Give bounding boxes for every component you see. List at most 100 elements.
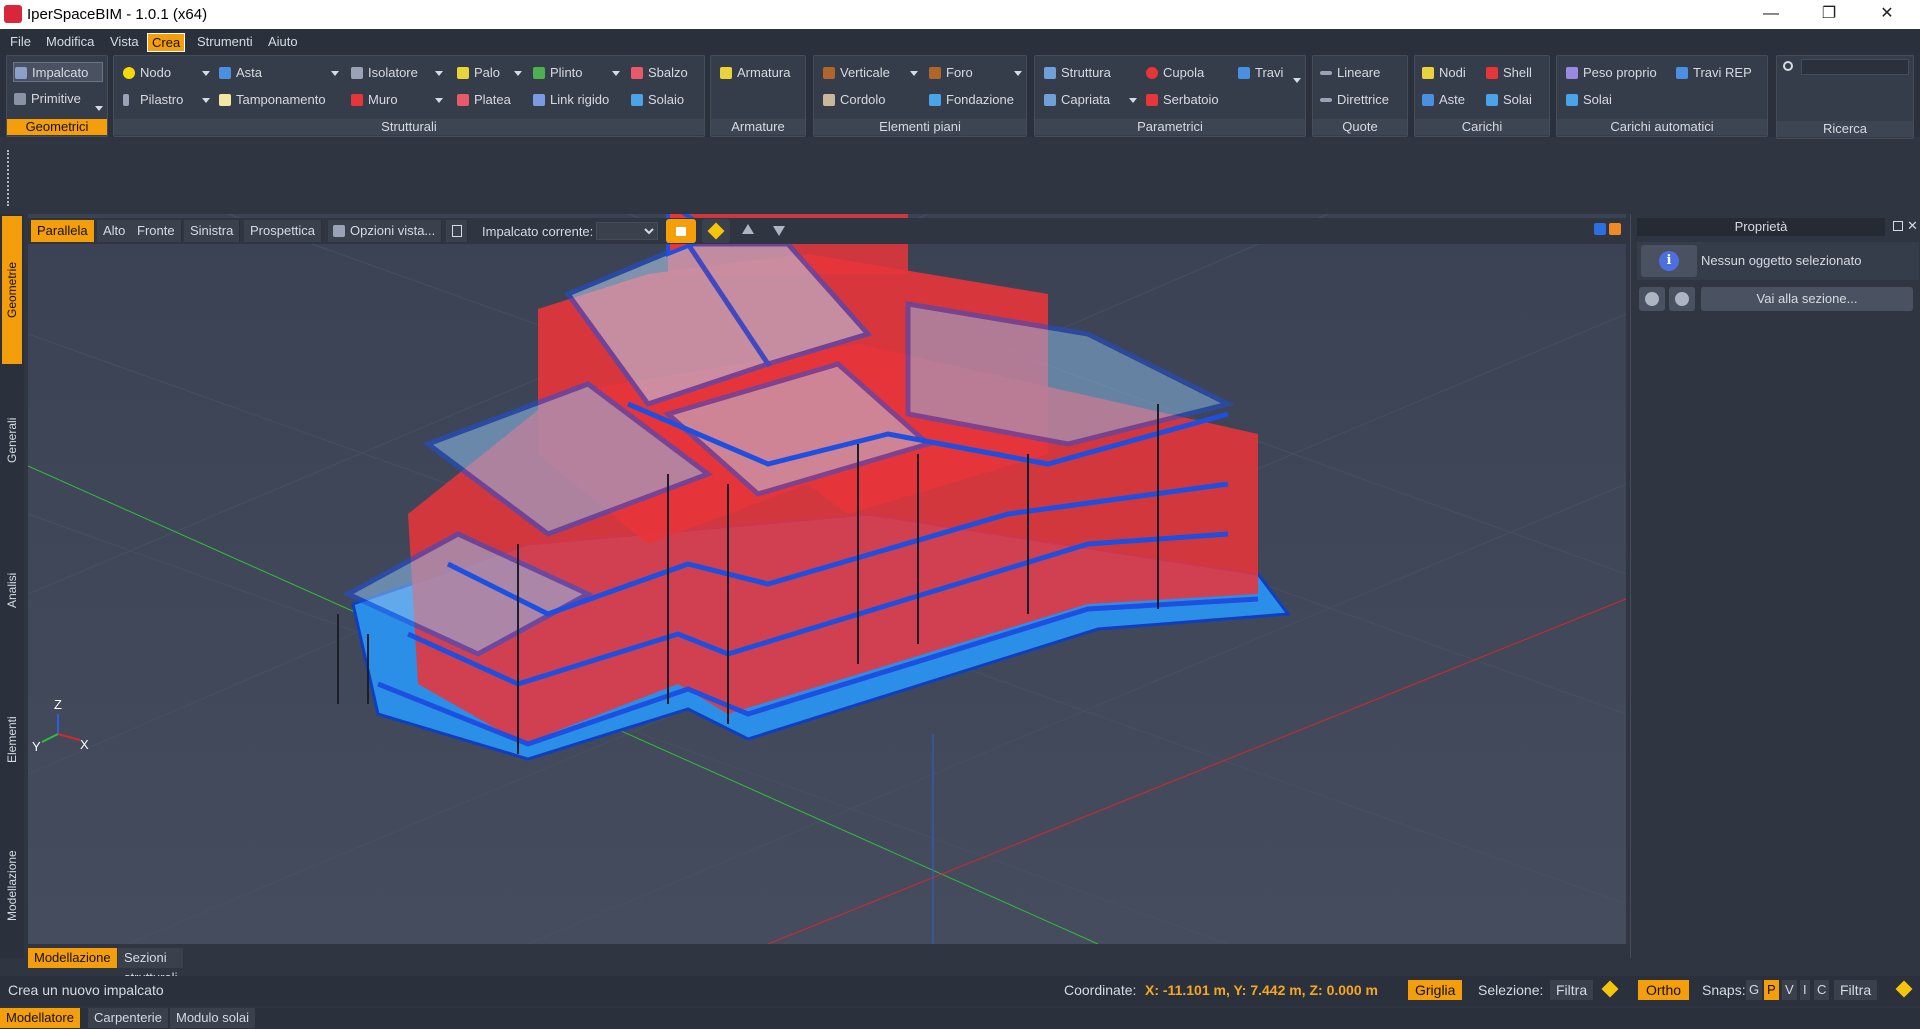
ortho-toggle[interactable]: Ortho: [1638, 980, 1690, 1000]
tab-sezioni-strutturali[interactable]: Sezioni strutturali: [118, 948, 184, 985]
impalcato-button[interactable]: Impalcato: [13, 62, 103, 82]
level-down-icon[interactable]: [773, 226, 785, 236]
foro-button[interactable]: Foro: [928, 63, 973, 83]
muro-button[interactable]: Muro: [350, 90, 398, 110]
menu-aiuto[interactable]: Aiuto: [264, 33, 302, 50]
chevron-down-icon[interactable]: [1014, 71, 1022, 76]
travi-button[interactable]: Travi: [1237, 63, 1283, 83]
link-rigido-button[interactable]: Link rigido: [532, 90, 609, 110]
verticale-button[interactable]: Verticale: [822, 63, 890, 83]
carichi-aste-button[interactable]: Aste: [1421, 90, 1465, 110]
level-up-icon[interactable]: [742, 224, 754, 234]
peso-proprio-button[interactable]: Peso proprio: [1565, 63, 1657, 83]
plinto-button[interactable]: Plinto: [532, 63, 583, 83]
chevron-down-icon[interactable]: [202, 98, 210, 103]
solaio-button[interactable]: Solaio: [630, 90, 684, 110]
3d-viewport[interactable]: Z X Y: [28, 214, 1626, 944]
armatura-button[interactable]: Armatura: [719, 63, 790, 83]
panel-float-icon[interactable]: [1893, 221, 1903, 231]
tab-modulo-solai[interactable]: Modulo solai: [170, 1008, 255, 1028]
selection-filter-button[interactable]: Filtra: [1550, 980, 1594, 1000]
nodo-button[interactable]: Nodo: [122, 63, 171, 83]
goto-section-dropdown[interactable]: Vai alla sezione...: [1701, 287, 1913, 311]
auto-solai-button[interactable]: Solai: [1565, 90, 1612, 110]
chevron-down-icon[interactable]: [612, 71, 620, 76]
fondazione-button[interactable]: Fondazione: [928, 90, 1014, 110]
no-selection-text: Nessun oggetto selezionato: [1701, 253, 1862, 268]
search-input[interactable]: [1801, 59, 1909, 75]
menu-file[interactable]: File: [6, 33, 35, 50]
direttrice-button[interactable]: Direttrice: [1319, 90, 1389, 110]
wrench-button[interactable]: [702, 219, 730, 243]
chevron-down-icon[interactable]: [202, 71, 210, 76]
forward-button[interactable]: [1669, 287, 1695, 311]
close-button[interactable]: ✕: [1864, 0, 1910, 29]
view-alto[interactable]: Alto: [97, 220, 133, 242]
travi-rep-button[interactable]: Travi REP: [1675, 63, 1752, 83]
menu-crea[interactable]: Crea: [147, 33, 186, 52]
restore-button[interactable]: ❐: [1806, 0, 1852, 29]
asta-button[interactable]: Asta: [218, 63, 262, 83]
tab-generali[interactable]: Generali: [2, 366, 22, 514]
view-parallela[interactable]: Parallela: [31, 220, 95, 242]
chevron-down-icon[interactable]: [95, 106, 103, 111]
tab-carpenterie[interactable]: Carpenterie: [88, 1008, 168, 1028]
capriata-button[interactable]: Capriata: [1043, 90, 1110, 110]
chevron-down-icon[interactable]: [435, 71, 443, 76]
minimize-button[interactable]: —: [1748, 0, 1794, 29]
snap-intersection-toggle[interactable]: I: [1800, 980, 1810, 1000]
snap-center-toggle[interactable]: C: [1814, 980, 1830, 1000]
selection-wrench-icon[interactable]: [1601, 980, 1619, 998]
back-button[interactable]: [1639, 287, 1665, 311]
view-prospettica[interactable]: Prospettica: [244, 220, 323, 242]
tamponamento-button[interactable]: Tamponamento: [218, 90, 326, 110]
toolbar-grip[interactable]: [7, 150, 11, 206]
serbatoio-button[interactable]: Serbatoio: [1145, 90, 1219, 110]
chevron-down-icon[interactable]: [910, 71, 918, 76]
snap-point-toggle[interactable]: P: [1764, 980, 1779, 1000]
current-level-select[interactable]: [596, 222, 658, 240]
carichi-solai-button[interactable]: Solai: [1485, 90, 1532, 110]
chevron-down-icon[interactable]: [1129, 98, 1137, 103]
tab-modellazione-view[interactable]: Modellazione: [28, 948, 117, 968]
struttura-button[interactable]: Struttura: [1043, 63, 1111, 83]
chevron-down-icon[interactable]: [1293, 78, 1301, 83]
platea-button[interactable]: Platea: [456, 90, 511, 110]
primitive-icon: [14, 93, 26, 105]
snap-grid-toggle[interactable]: G: [1746, 980, 1763, 1000]
palo-button[interactable]: Palo: [456, 63, 500, 83]
pilastro-button[interactable]: Pilastro: [122, 90, 183, 110]
tab-geometrie[interactable]: Geometrie: [2, 216, 22, 364]
view-sinistra[interactable]: Sinistra: [184, 220, 241, 242]
menu-vista[interactable]: Vista: [106, 33, 143, 50]
tab-modellatore[interactable]: Modellatore: [0, 1008, 80, 1028]
view-options-button[interactable]: Opzioni vista...: [328, 220, 443, 242]
chevron-down-icon[interactable]: [514, 71, 522, 76]
sbalzo-button[interactable]: Sbalzo: [630, 63, 688, 83]
primitive-button[interactable]: Primitive: [13, 89, 81, 109]
platea-icon: [457, 94, 469, 106]
view-mode-button[interactable]: [446, 220, 468, 242]
float-view-icon[interactable]: [1594, 223, 1606, 235]
lineare-button[interactable]: Lineare: [1319, 63, 1380, 83]
grid-toggle[interactable]: Griglia: [1408, 980, 1463, 1000]
chevron-down-icon[interactable]: [331, 71, 339, 76]
carichi-shell-button[interactable]: Shell: [1485, 63, 1532, 83]
tab-analisi[interactable]: Analisi: [2, 516, 22, 664]
cordolo-button[interactable]: Cordolo: [822, 90, 886, 110]
snap-vertex-toggle[interactable]: V: [1782, 980, 1797, 1000]
chevron-down-icon[interactable]: [435, 98, 443, 103]
tab-elementi[interactable]: Elementi: [2, 666, 22, 814]
snaps-wrench-icon[interactable]: [1895, 980, 1913, 998]
isolatore-button[interactable]: Isolatore: [350, 63, 418, 83]
view-fronte[interactable]: Fronte: [131, 220, 182, 242]
menu-strumenti[interactable]: Strumenti: [193, 33, 257, 50]
menu-modifica[interactable]: Modifica: [42, 33, 98, 50]
snaps-filter-button[interactable]: Filtra: [1834, 980, 1878, 1000]
panel-close-icon[interactable]: ✕: [1907, 218, 1918, 234]
cupola-button[interactable]: Cupola: [1145, 63, 1204, 83]
close-view-icon[interactable]: [1609, 223, 1621, 235]
tab-modellazione[interactable]: Modellazione: [2, 816, 22, 956]
carichi-nodi-button[interactable]: Nodi: [1421, 63, 1466, 83]
lock-button[interactable]: [666, 219, 696, 243]
